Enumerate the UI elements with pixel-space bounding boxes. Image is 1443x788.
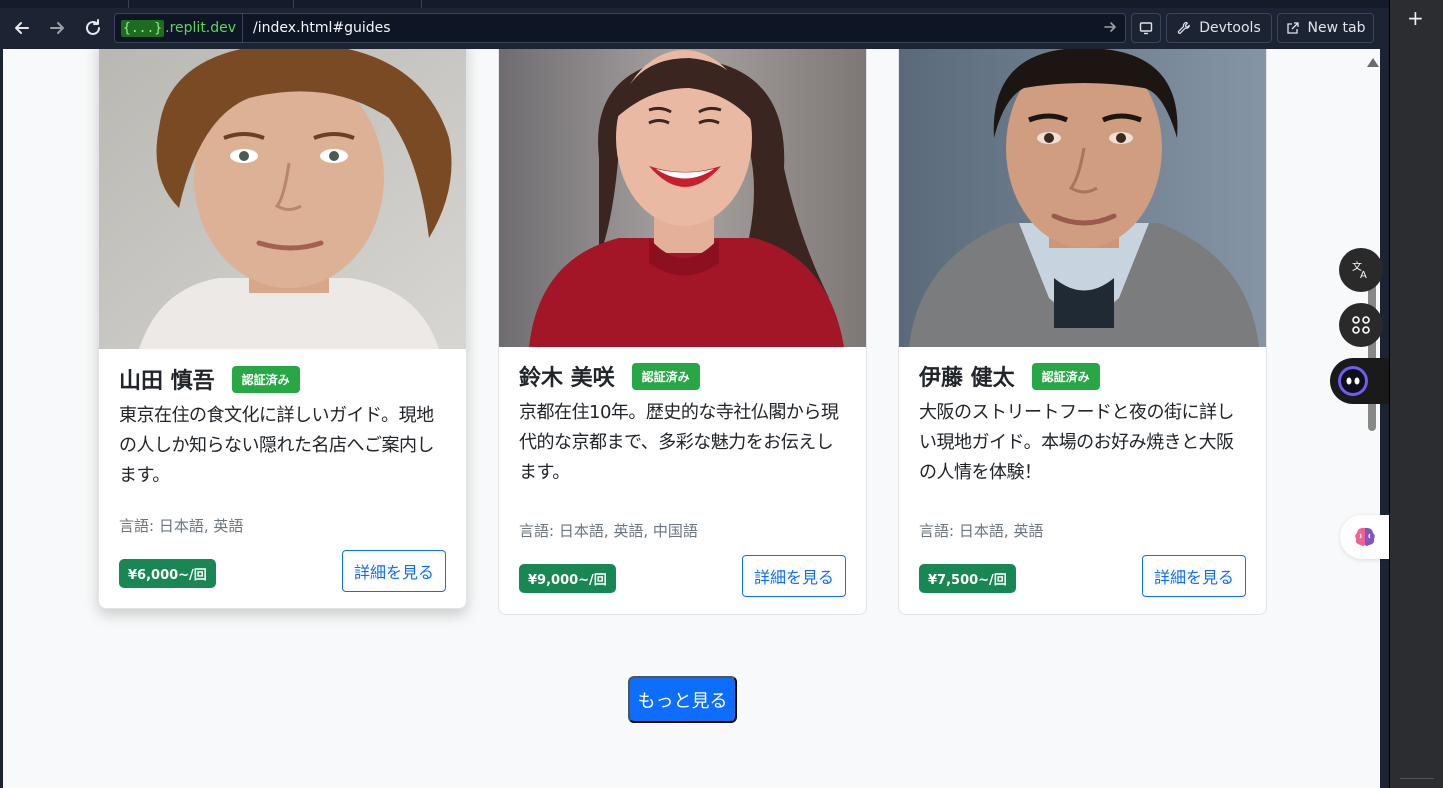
guide-photo: [499, 49, 866, 347]
forward-button[interactable]: [43, 14, 71, 42]
guide-card: 山田 慎吾 認証済み 東京在住の食文化に詳しいガイド。現地の人しか知らない隠れた…: [98, 49, 467, 609]
guide-photo: [899, 49, 1266, 347]
guide-card-body: 山田 慎吾 認証済み 東京在住の食文化に詳しいガイド。現地の人しか知らない隠れた…: [119, 363, 446, 603]
price-badge: ¥7,500~/回: [919, 564, 1016, 593]
guide-languages: 言語: 日本語, 英語: [919, 522, 1044, 540]
brain-widget[interactable]: [1340, 515, 1389, 559]
sidebar-divider: [1400, 778, 1434, 779]
price-badge: ¥6,000~/回: [119, 559, 216, 588]
guide-card-body: 伊藤 健太 認証済み 大阪のストリートフードと夜の街に詳しい現地ガイド。本場のお…: [919, 360, 1246, 610]
wrench-icon: [1178, 21, 1191, 34]
verified-badge: 認証済み: [1031, 362, 1100, 390]
url-host-domain: .replit.dev: [165, 20, 237, 36]
view-details-button[interactable]: 詳細を見る: [1141, 555, 1246, 597]
devtools-label: Devtools: [1199, 20, 1261, 36]
outer-sidebar: +: [1389, 0, 1443, 788]
back-button[interactable]: [8, 14, 36, 42]
url-path[interactable]: /index.html#guides: [243, 20, 1095, 36]
guide-description: 東京在住の食文化に詳しいガイド。現地の人しか知らない隠れた名店へご案内します。: [119, 405, 435, 486]
translate-widget[interactable]: 文A: [1339, 248, 1383, 292]
svg-text:A: A: [1360, 270, 1367, 281]
scroll-up-arrow-icon[interactable]: [1367, 58, 1379, 67]
guide-card: 伊藤 健太 認証済み 大阪のストリートフードと夜の街に詳しい現地ガイド。本場のお…: [898, 49, 1267, 615]
new-tab-button[interactable]: New tab: [1277, 13, 1374, 43]
browser-toolbar: {...} .replit.dev /index.html#guides Devt…: [0, 0, 1389, 49]
command-icon: [1352, 316, 1370, 334]
guide-languages: 言語: 日本語, 英語, 中国語: [519, 522, 698, 540]
tab-strip: [0, 0, 1389, 8]
command-widget[interactable]: [1339, 303, 1383, 347]
url-host-brace: {...}: [121, 19, 165, 37]
verified-badge: 認証済み: [631, 362, 700, 390]
monitor-icon: [1139, 22, 1153, 35]
view-details-button[interactable]: 詳細を見る: [341, 550, 446, 592]
guide-description: 大阪のストリートフードと夜の街に詳しい現地ガイド。本場のお好み焼きと大阪の人情を…: [919, 402, 1235, 483]
page-scrollbar[interactable]: [1364, 49, 1380, 788]
assistant-face-icon: [1338, 366, 1368, 396]
new-tab-label: New tab: [1307, 20, 1366, 36]
scrollbar-thumb[interactable]: [1368, 279, 1376, 431]
viewport-edge: [1380, 49, 1389, 788]
address-bar[interactable]: {...} .replit.dev /index.html#guides: [114, 13, 1126, 43]
brain-icon: [1355, 527, 1375, 546]
external-link-icon: [1286, 22, 1299, 34]
guide-name-row: 鈴木 美咲 認証済み: [519, 360, 846, 392]
guide-name-row: 山田 慎吾 認証済み: [119, 363, 446, 395]
devtools-button[interactable]: Devtools: [1166, 13, 1272, 43]
plus-icon[interactable]: +: [1407, 6, 1424, 30]
page-viewport: 山田 慎吾 認証済み 東京在住の食文化に詳しいガイド。現地の人しか知らない隠れた…: [3, 49, 1380, 788]
url-host: {...} .replit.dev: [115, 14, 244, 42]
back-arrow-icon: [15, 22, 29, 34]
guide-name: 山田 慎吾: [119, 369, 215, 394]
go-button[interactable]: [1095, 19, 1125, 38]
guide-name: 鈴木 美咲: [519, 366, 615, 391]
reload-icon: [86, 19, 100, 35]
guide-languages: 言語: 日本語, 英語: [119, 517, 244, 535]
reload-button[interactable]: [79, 14, 107, 42]
assistant-widget[interactable]: [1330, 358, 1389, 404]
go-arrow-icon: [1104, 21, 1116, 32]
guide-name-row: 伊藤 健太 認証済み: [919, 360, 1246, 392]
guide-card: 鈴木 美咲 認証済み 京都在住10年。歴史的な寺社仏閣から現代的な京都まで、多彩…: [498, 49, 867, 615]
guide-description: 京都在住10年。歴史的な寺社仏閣から現代的な京都まで、多彩な魅力をお伝えします。: [519, 402, 839, 483]
forward-arrow-icon: [50, 22, 64, 34]
price-badge: ¥9,000~/回: [519, 564, 616, 593]
guide-name: 伊藤 健太: [919, 366, 1015, 391]
translate-icon: 文A: [1352, 260, 1367, 281]
view-details-button[interactable]: 詳細を見る: [741, 555, 846, 597]
guide-photo: [99, 49, 466, 349]
load-more-button[interactable]: もっと見る: [628, 676, 737, 723]
device-preview-button[interactable]: [1131, 13, 1161, 43]
verified-badge: 認証済み: [231, 365, 300, 393]
guide-card-body: 鈴木 美咲 認証済み 京都在住10年。歴史的な寺社仏閣から現代的な京都まで、多彩…: [519, 360, 846, 610]
